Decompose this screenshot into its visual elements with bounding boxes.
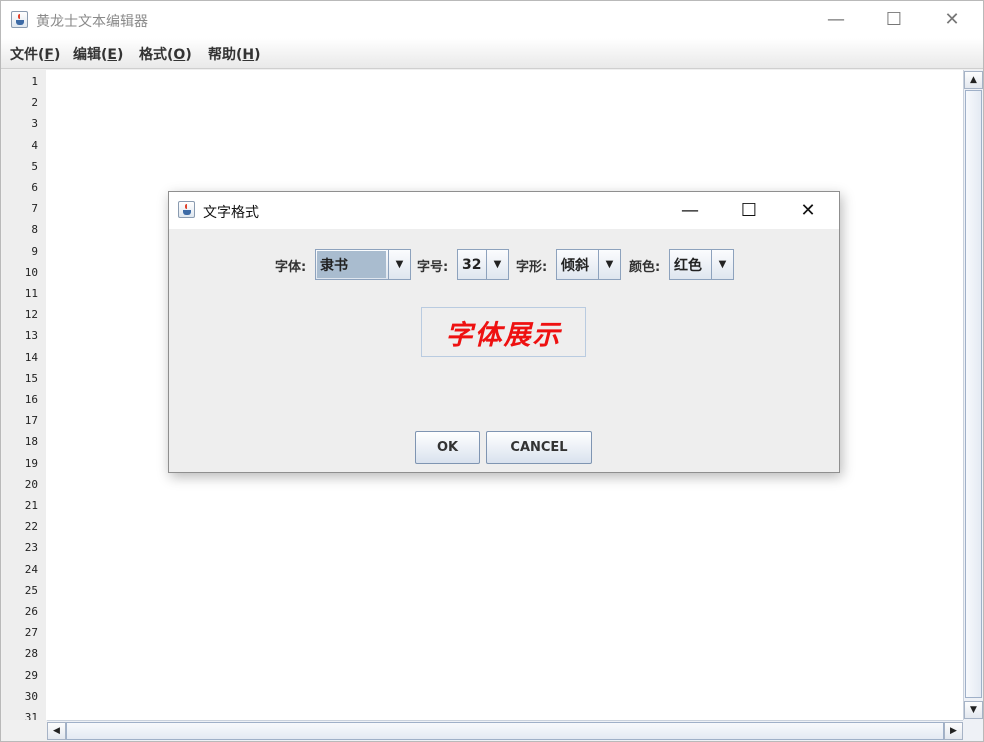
style-label: 字形: [516,260,548,275]
line-number: 19 [24,456,38,470]
main-window: 黄龙士文本编辑器 — ☐ ✕ 文件(F) 编辑(E) 格式(O) 帮助(H) 1… [0,0,984,742]
line-number: 31 [24,711,38,720]
font-combo-value: 隶书 [317,251,386,278]
line-number: 4 [31,138,38,152]
java-cup-icon [11,11,28,28]
maximize-button[interactable]: ☐ [865,1,923,38]
line-number: 20 [24,477,38,491]
line-number: 6 [31,181,38,194]
line-number: 13 [24,329,38,343]
dialog-title-bar[interactable]: 文字格式 — ☐ ✕ [169,192,839,229]
line-number: 25 [24,583,38,597]
dialog-title: 文字格式 [203,205,259,221]
window-title: 黄龙士文本编辑器 [36,14,148,30]
title-bar[interactable]: 黄龙士文本编辑器 — ☐ ✕ [1,1,983,38]
line-number: 17 [24,414,38,428]
minimize-icon: — [681,200,699,221]
size-combo[interactable]: 32 ▼ [457,249,509,280]
dropdown-arrow-icon[interactable]: ▼ [486,250,508,279]
dropdown-arrow-icon[interactable]: ▼ [711,250,733,279]
font-combo[interactable]: 隶书 ▼ [315,249,411,280]
line-number: 9 [31,244,38,258]
scroll-down-button[interactable]: ▼ [964,701,983,719]
line-number: 14 [24,350,38,364]
line-number: 15 [24,371,38,385]
scroll-right-button[interactable]: ▶ [944,722,963,740]
vertical-scroll-thumb[interactable] [965,90,982,698]
line-number-gutter: 1 2 3 4 5 6 7 8 9 10 11 12 13 14 15 16 17 18 19 20 21 22 23 24 2… [2,70,46,720]
close-icon: ✕ [800,200,816,221]
text-format-dialog: 文字格式 — ☐ ✕ 字体: 隶书 ▼ 字号: 32 ▼ 字形: 倾斜 ▼ 颜色… [168,191,840,473]
color-label: 颜色: [629,260,661,275]
menu-format[interactable]: 格式(O) [139,44,192,64]
close-button[interactable]: ✕ [923,1,981,38]
menu-help[interactable]: 帮助(H) [208,44,261,64]
font-preview: 字体展示 [421,307,586,357]
font-label: 字体: [275,260,307,275]
scroll-left-button[interactable]: ◀ [47,722,66,740]
style-combo-value: 倾斜 [561,257,589,274]
horizontal-scrollbar[interactable]: ◀ ▶ [47,720,964,741]
line-number: 26 [24,605,38,618]
line-number: 24 [24,562,38,576]
cancel-button[interactable]: CANCEL [486,431,592,464]
line-number: 28 [24,647,38,661]
line-number: 8 [31,223,38,237]
arrow-down-icon: ▼ [970,705,977,715]
size-combo-value: 32 [462,256,482,273]
size-label: 字号: [417,260,449,275]
java-cup-icon [178,201,195,218]
arrow-left-icon: ◀ [53,726,60,736]
dialog-minimize-button[interactable]: — [661,192,719,229]
menu-bar: 文件(F) 编辑(E) 格式(O) 帮助(H) [1,38,983,69]
line-number: 3 [31,117,38,131]
line-number: 27 [24,626,38,640]
maximize-icon: ☐ [885,9,903,30]
dropdown-arrow-icon[interactable]: ▼ [388,250,410,279]
scroll-corner [963,720,983,741]
ok-button[interactable]: OK [415,431,480,464]
arrow-up-icon: ▲ [970,75,977,85]
line-number: 10 [24,265,38,279]
maximize-icon: ☐ [740,200,758,221]
line-number: 7 [31,202,38,216]
line-number: 1 [31,75,38,88]
line-number: 16 [24,393,38,406]
color-combo-value: 红色 [674,257,702,274]
dropdown-arrow-icon[interactable]: ▼ [598,250,620,279]
line-number: 22 [24,520,38,534]
line-number: 5 [31,159,38,173]
horizontal-scroll-thumb[interactable] [66,722,944,740]
line-number: 11 [24,287,38,300]
line-number: 18 [24,435,38,449]
line-number: 30 [24,689,38,703]
menu-file[interactable]: 文件(F) [10,44,60,64]
dialog-close-button[interactable]: ✕ [779,192,837,229]
close-icon: ✕ [944,9,960,30]
menu-edit[interactable]: 编辑(E) [73,44,123,64]
dialog-maximize-button[interactable]: ☐ [720,192,778,229]
minimize-icon: — [827,9,845,30]
scroll-up-button[interactable]: ▲ [964,71,983,89]
arrow-right-icon: ▶ [950,726,957,736]
line-number: 12 [24,308,38,322]
line-number: 21 [24,499,38,512]
line-number: 23 [24,541,38,555]
style-combo[interactable]: 倾斜 ▼ [556,249,621,280]
line-number: 29 [24,668,38,682]
color-combo[interactable]: 红色 ▼ [669,249,734,280]
minimize-button[interactable]: — [807,1,865,38]
vertical-scrollbar[interactable]: ▲ ▼ [963,70,983,720]
line-number: 2 [31,96,38,110]
